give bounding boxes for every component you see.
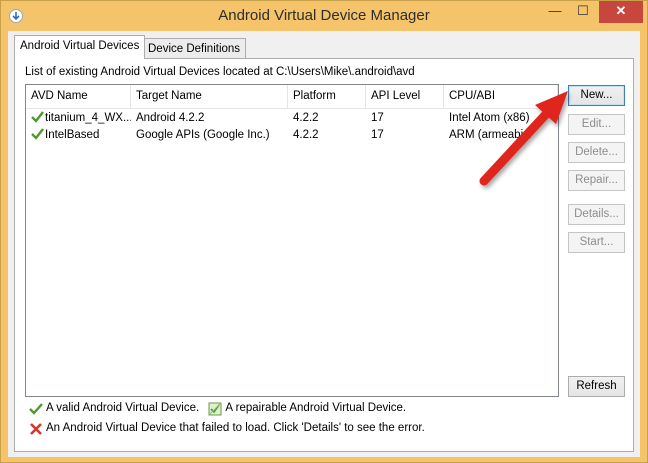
maximize-button[interactable]: ☐: [569, 1, 597, 23]
tab-device-definitions[interactable]: Device Definitions: [142, 38, 247, 60]
legend-repairable-text: A repairable Android Virtual Device.: [225, 402, 407, 414]
error-x-icon: [30, 422, 42, 435]
valid-check-icon: [31, 111, 44, 123]
target-name-cell: Android 4.2.2: [136, 112, 205, 124]
platform-cell: 4.2.2: [293, 129, 319, 141]
repairable-icon: [208, 402, 222, 415]
api-level-cell: 17: [371, 129, 384, 141]
valid-check-icon: [29, 402, 43, 415]
tab-android-virtual-devices[interactable]: Android Virtual Devices: [14, 35, 146, 59]
table-header: AVD Name Target Name Platform API Level …: [26, 85, 558, 109]
legend-failed-text: An Android Virtual Device that failed to…: [46, 422, 425, 434]
target-name-cell: Google APIs (Google Inc.): [136, 129, 270, 141]
avd-manager-window: Android Virtual Device Manager — ☐ ✕ And…: [0, 0, 648, 463]
refresh-button[interactable]: Refresh: [568, 376, 625, 397]
avd-tab-panel: List of existing Android Virtual Devices…: [14, 58, 634, 452]
start-button[interactable]: Start...: [568, 232, 625, 253]
avd-name: IntelBased: [45, 129, 100, 141]
column-header-cpu-abi[interactable]: CPU/ABI: [444, 85, 558, 109]
avd-table[interactable]: AVD Name Target Name Platform API Level …: [25, 84, 559, 397]
avd-location-label: List of existing Android Virtual Devices…: [25, 66, 415, 78]
new-button[interactable]: New...: [568, 85, 625, 106]
column-header-avd-name[interactable]: AVD Name: [26, 85, 131, 109]
legend-valid-text: A valid Android Virtual Device.: [46, 402, 200, 414]
details-button[interactable]: Details...: [568, 204, 625, 225]
legend-failed: An Android Virtual Device that failed to…: [29, 421, 425, 437]
close-button[interactable]: ✕: [599, 1, 643, 23]
avd-name-cell: IntelBased: [26, 127, 131, 144]
table-row[interactable]: IntelBased Google APIs (Google Inc.) 4.2…: [26, 127, 558, 144]
column-header-target-name[interactable]: Target Name: [131, 85, 288, 109]
api-level-cell: 17: [371, 112, 384, 124]
column-header-api-level[interactable]: API Level: [366, 85, 444, 109]
column-header-platform[interactable]: Platform: [288, 85, 366, 109]
repair-button[interactable]: Repair...: [568, 170, 625, 191]
title-bar[interactable]: Android Virtual Device Manager — ☐ ✕: [1, 1, 647, 31]
avd-name-cell: titanium_4_WX...: [26, 110, 131, 127]
cpu-abi-cell: Intel Atom (x86): [449, 112, 530, 124]
platform-cell: 4.2.2: [293, 112, 319, 124]
legend-valid-repairable: A valid Android Virtual Device. A repair…: [29, 401, 406, 417]
client-area: Android Virtual Devices Device Definitio…: [8, 31, 640, 457]
edit-button[interactable]: Edit...: [568, 114, 625, 135]
delete-button[interactable]: Delete...: [568, 142, 625, 163]
valid-check-icon: [31, 128, 44, 140]
table-row[interactable]: titanium_4_WX... Android 4.2.2 4.2.2 17 …: [26, 110, 558, 127]
minimize-button[interactable]: —: [541, 1, 569, 23]
cpu-abi-cell: ARM (armeabi-v: [449, 129, 533, 141]
avd-name: titanium_4_WX...: [45, 112, 131, 124]
